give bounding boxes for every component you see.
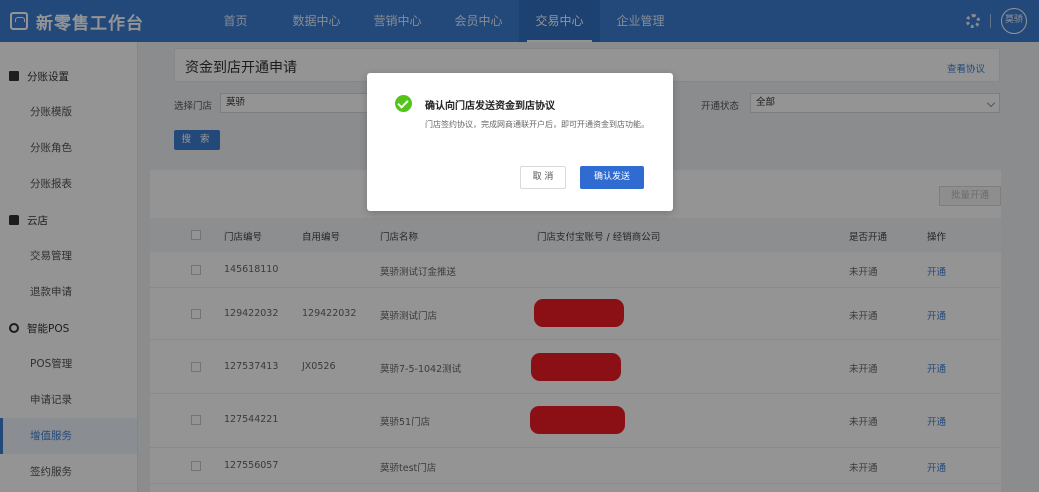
- confirm-dialog: 确认向门店发送资金到店协议 门店签约协议，完成网商通联开户后，即可开通资金到店功…: [367, 73, 673, 211]
- dialog-message: 门店签约协议，完成网商通联开户后，即可开通资金到店功能。: [425, 120, 649, 129]
- confirm-send-button[interactable]: 确认发送: [580, 166, 644, 189]
- dialog-title: 确认向门店发送资金到店协议: [425, 101, 555, 112]
- cancel-button[interactable]: 取 消: [520, 166, 566, 189]
- check-circle-icon: [395, 95, 412, 112]
